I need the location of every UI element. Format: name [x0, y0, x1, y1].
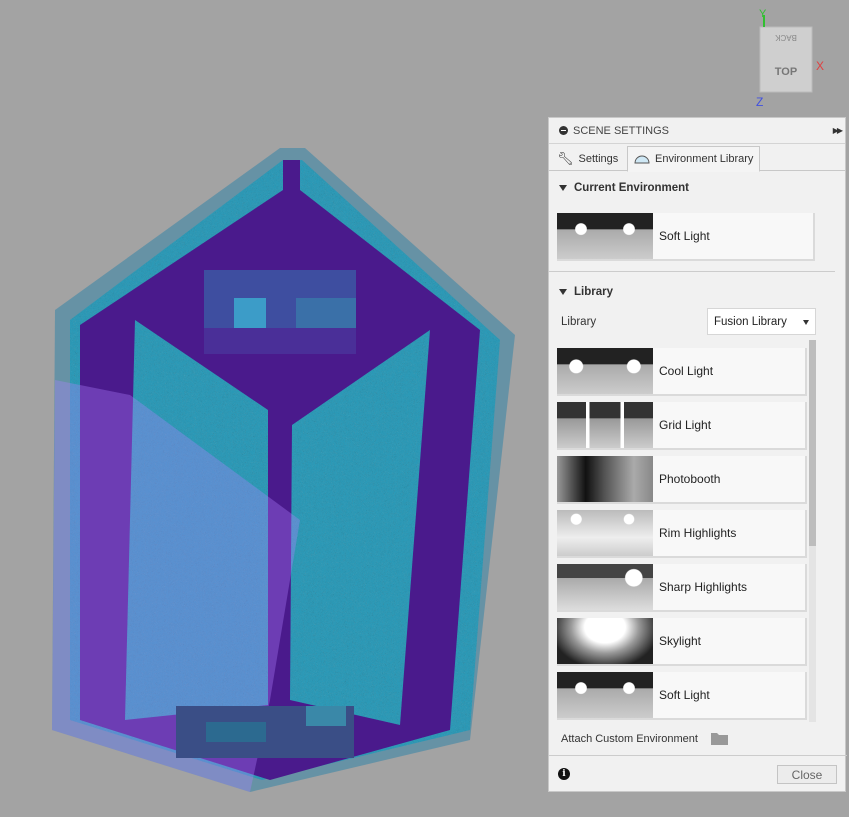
environment-name: Rim Highlights — [659, 526, 737, 540]
environment-thumbnail — [557, 402, 653, 448]
close-button[interactable]: Close — [777, 765, 837, 784]
environment-item[interactable]: Soft Light — [557, 672, 807, 720]
library-select[interactable]: Fusion Library — [707, 308, 816, 335]
environment-item[interactable]: Rim Highlights — [557, 510, 807, 558]
environment-thumbnail — [557, 510, 653, 556]
dome-icon — [634, 155, 650, 164]
library-header[interactable]: Library — [559, 286, 613, 298]
folder-icon[interactable] — [711, 732, 728, 745]
panel-header[interactable]: SCENE SETTINGS ▶▶ — [549, 118, 845, 144]
environment-item[interactable]: Skylight — [557, 618, 807, 666]
collapse-icon[interactable] — [559, 126, 568, 135]
scrollbar-thumb[interactable] — [809, 340, 816, 546]
current-environment-card[interactable]: Soft Light — [557, 213, 815, 261]
environment-item[interactable]: Photobooth — [557, 456, 807, 504]
environment-name: Cool Light — [659, 364, 714, 378]
environment-name: Sharp Highlights — [659, 580, 748, 594]
environment-item[interactable]: Grid Light — [557, 402, 807, 450]
environment-thumbnail — [557, 456, 653, 502]
tab-environment-library[interactable]: Environment Library — [627, 146, 761, 172]
svg-text:Z: Z — [756, 95, 763, 109]
environment-name: Soft Light — [659, 688, 710, 702]
environment-item[interactable]: Cool Light — [557, 348, 807, 396]
library-label: Library — [561, 316, 597, 328]
scene-settings-panel: SCENE SETTINGS ▶▶ 🔧︎ Settings Environmen… — [548, 117, 847, 792]
environment-name: Skylight — [659, 634, 702, 648]
wrench-icon: 🔧︎ — [557, 150, 574, 166]
svg-text:TOP: TOP — [775, 66, 797, 78]
environment-thumbnail — [557, 672, 653, 718]
environment-thumbnail — [557, 213, 653, 259]
panel-title: SCENE SETTINGS — [573, 124, 669, 137]
svg-text:X: X — [816, 59, 824, 73]
environment-thumbnail — [557, 618, 653, 664]
attach-custom-environment-label: Attach Custom Environment — [561, 733, 698, 745]
environment-name: Grid Light — [659, 418, 712, 432]
info-icon[interactable]: i — [558, 768, 570, 780]
svg-text:BACK: BACK — [774, 33, 796, 42]
expand-icon[interactable]: ▶▶ — [833, 126, 843, 135]
view-cube[interactable]: BACK TOP Y X Z — [750, 5, 845, 110]
svg-text:Y: Y — [759, 8, 767, 20]
environment-name: Photobooth — [659, 472, 721, 486]
environment-thumbnail — [557, 564, 653, 610]
environment-thumbnail — [557, 348, 653, 394]
environment-item[interactable]: Sharp Highlights — [557, 564, 807, 612]
scrollbar[interactable] — [809, 340, 816, 722]
chevron-down-icon — [803, 320, 809, 325]
current-environment-header[interactable]: Current Environment — [559, 182, 689, 194]
tab-settings[interactable]: 🔧︎ Settings — [551, 146, 624, 171]
